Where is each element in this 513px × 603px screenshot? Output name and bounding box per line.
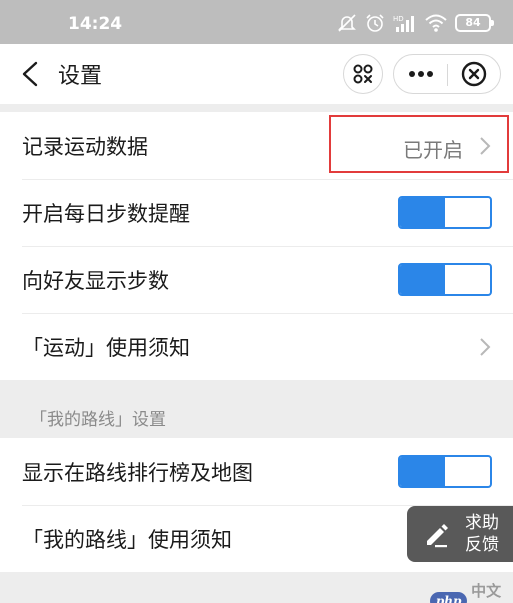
- toggle-on-fill: [400, 265, 445, 294]
- daily-step-reminder-row: 开启每日步数提醒: [0, 179, 513, 246]
- signal-icon: HD: [393, 15, 414, 32]
- chevron-right-icon: [480, 137, 491, 155]
- close-button[interactable]: [448, 55, 500, 93]
- watermark: php 中文网: [430, 580, 513, 603]
- close-circle-icon: [461, 61, 487, 87]
- row-label: 显示在路线排行榜及地图: [22, 460, 253, 485]
- nav-bar: 设置: [0, 44, 513, 104]
- sport-settings-group: 记录运动数据 已开启 开启每日步数提醒 向好友显示步数 「运动」使用须知: [0, 112, 513, 380]
- record-sport-data-row[interactable]: 记录运动数据 已开启: [0, 112, 513, 179]
- alarm-icon: [366, 14, 384, 32]
- scan-button[interactable]: [343, 54, 383, 94]
- more-button[interactable]: [394, 55, 447, 93]
- toggle-on-fill: [400, 198, 445, 227]
- feedback-line-2: 反馈: [465, 535, 499, 555]
- status-icons: HD 84: [337, 12, 494, 34]
- row-label: 「运动」使用须知: [22, 335, 190, 360]
- page-title: 设置: [58, 64, 103, 89]
- qr-scan-icon: [353, 64, 373, 84]
- watermark-text: 中文网: [471, 582, 502, 600]
- sport-notice-row[interactable]: 「运动」使用须知: [0, 313, 513, 380]
- back-button[interactable]: [18, 60, 42, 88]
- chevron-left-icon: [22, 61, 38, 87]
- mini-program-capsule: [393, 54, 501, 94]
- section-header: 「我的路线」设置: [30, 410, 166, 430]
- toggle-on-fill: [400, 457, 445, 486]
- feedback-line-1: 求助: [465, 513, 499, 533]
- watermark-logo: php: [430, 592, 468, 603]
- more-dots-icon: [408, 71, 433, 77]
- status-bar: 14:24 HD 84: [0, 0, 513, 44]
- show-on-route-leaderboard-row: 显示在路线排行榜及地图: [0, 438, 513, 505]
- battery-level: 84: [465, 16, 481, 29]
- show-steps-to-friends-row: 向好友显示步数: [0, 246, 513, 313]
- chevron-right-icon: [480, 338, 491, 356]
- row-label: 开启每日步数提醒: [22, 201, 190, 226]
- help-feedback-button[interactable]: 求助 反馈: [407, 506, 513, 562]
- bell-off-icon: [338, 14, 356, 32]
- svg-text:HD: HD: [393, 15, 404, 23]
- daily-step-reminder-toggle[interactable]: [398, 196, 492, 229]
- row-label: 「我的路线」使用须知: [22, 527, 232, 552]
- battery-icon: 84: [455, 14, 494, 32]
- row-value: 已开启: [403, 138, 463, 162]
- row-label: 记录运动数据: [22, 134, 148, 159]
- row-label: 向好友显示步数: [22, 268, 169, 293]
- edit-pen-icon: [427, 524, 448, 548]
- show-steps-to-friends-toggle[interactable]: [398, 263, 492, 296]
- status-time: 14:24: [68, 14, 123, 34]
- feedback-label: 求助 反馈: [465, 512, 503, 556]
- show-on-route-leaderboard-toggle[interactable]: [398, 455, 492, 488]
- wifi-icon: [425, 14, 447, 32]
